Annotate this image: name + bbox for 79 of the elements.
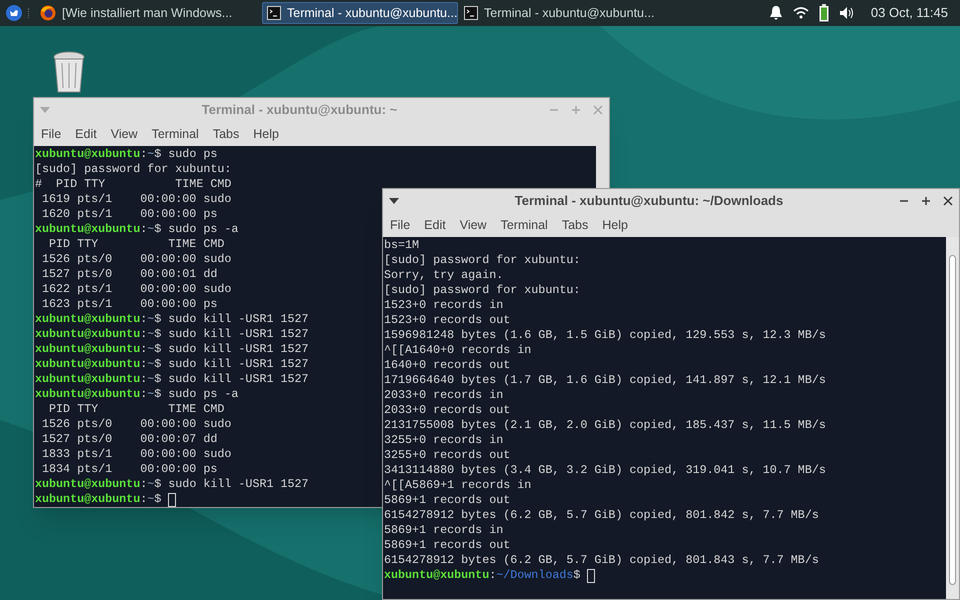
- terminal-line: ^[[A1640+0 records in: [384, 343, 532, 358]
- terminal-line: 5869+1 records out: [384, 538, 510, 553]
- terminal-line: 3255+0 records out: [384, 448, 510, 463]
- menu-item[interactable]: View: [454, 216, 492, 234]
- terminal-line: xubuntu@xubuntu:~$ sudo kill -USR1 1527: [35, 312, 309, 327]
- window-menu-icon[interactable]: [389, 198, 399, 204]
- terminal-line: PID TTY TIME CMD: [48, 237, 224, 252]
- terminal-line: 6154278912 bytes (6.2 GB, 5.7 GiB) copied, 801.843 s, 7.7 MB/s: [384, 553, 819, 568]
- terminal-icon: [267, 6, 281, 20]
- terminal-line: 2033+0 records out: [384, 403, 510, 418]
- terminal-line: 1523+0 records out: [384, 313, 510, 328]
- terminal-line: 1526 pts/0 00:00:00 sudo: [41, 252, 232, 267]
- terminal-line: 5869+1 records in: [384, 523, 504, 538]
- terminal-line: 1596981248 bytes (1.6 GB, 1.5 GiB) copied, 129.553 s, 12.3 MB/s: [384, 328, 826, 343]
- terminal-line: 1834 pts/1 00:00:00 ps: [41, 462, 218, 477]
- terminal-line: xubuntu@xubuntu:~$ sudo kill -USR1 1527: [35, 372, 309, 387]
- terminal-line: 1619 pts/1 00:00:00 sudo: [41, 192, 232, 207]
- menu-item[interactable]: Tabs: [208, 124, 244, 144]
- terminal-line: bs=1M: [384, 238, 420, 253]
- terminal-line: xubuntu@xubuntu:~$: [35, 492, 176, 507]
- close-icon[interactable]: [943, 196, 953, 206]
- terminal-line: 1526 pts/0 00:00:00 sudo: [41, 417, 232, 432]
- menu-item[interactable]: File: [385, 216, 416, 234]
- terminal-icon: [464, 6, 478, 20]
- speaker-icon[interactable]: [838, 6, 855, 20]
- terminal-line: 1622 pts/1 00:00:00 sudo: [41, 282, 232, 297]
- terminal-line: 1640+0 records out: [384, 358, 510, 373]
- terminal-line: 5869+1 records out: [384, 493, 510, 508]
- terminal-line: 3413114880 bytes (3.4 GB, 3.2 GiB) copied, 319.041 s, 10.7 MB/s: [384, 463, 826, 478]
- menu-item[interactable]: View: [106, 124, 143, 144]
- menu-item[interactable]: Help: [597, 216, 633, 234]
- menu-item[interactable]: File: [36, 124, 66, 144]
- terminal-line: PID TTY TIME CMD: [48, 402, 224, 417]
- wifi-icon[interactable]: [792, 7, 809, 19]
- menu-item[interactable]: Edit: [70, 124, 102, 144]
- terminal-line: 1620 pts/1 00:00:00 ps: [41, 207, 218, 222]
- menu-item[interactable]: Edit: [419, 216, 451, 234]
- menu-item[interactable]: Terminal: [496, 216, 553, 234]
- terminal-line: xubuntu@xubuntu:~$ sudo kill -USR1 1527: [35, 342, 309, 357]
- terminal-line: xubuntu@xubuntu:~$ sudo ps -a: [35, 222, 238, 237]
- scrollbar-thumb[interactable]: [949, 255, 956, 585]
- taskbar-button[interactable]: [Wie installiert man Windows...: [36, 2, 260, 24]
- battery-icon[interactable]: [818, 4, 829, 22]
- terminal-line: 1527 pts/0 00:00:01 dd: [41, 267, 218, 282]
- terminal-line: 2131755008 bytes (2.1 GB, 2.0 GiB) copied, 185.437 s, 11.5 MB/s: [384, 418, 826, 433]
- terminal-line: [sudo] password for xubuntu:: [384, 253, 580, 268]
- maximize-icon[interactable]: [921, 196, 931, 206]
- terminal-line: 3255+0 records in: [384, 433, 504, 448]
- terminal-line: ^[[A5869+1 records in: [384, 478, 532, 493]
- clock[interactable]: 03 Oct, 11:45: [870, 3, 948, 23]
- taskbar-button[interactable]: Terminal - xubuntu@xubuntu...: [262, 2, 458, 24]
- browser-icon: [40, 5, 56, 21]
- menu-icon[interactable]: [6, 5, 22, 21]
- terminal-line: Sorry, try again.: [384, 268, 504, 283]
- trash-icon[interactable]: [52, 50, 86, 94]
- menu-item[interactable]: Help: [248, 124, 284, 144]
- bell-icon[interactable]: [768, 5, 783, 21]
- terminal-line: # PID TTY TIME CMD: [35, 177, 232, 192]
- terminal-line: 2033+0 records in: [384, 388, 504, 403]
- terminal-line: 1719664640 bytes (1.7 GB, 1.6 GiB) copied, 141.897 s, 12.1 MB/s: [384, 373, 826, 388]
- window-title: Terminal - xubuntu@xubuntu: ~: [200, 101, 398, 120]
- terminal-line: 1833 pts/1 00:00:00 sudo: [41, 447, 232, 462]
- terminal-line: [sudo] password for xubuntu:: [384, 283, 580, 298]
- terminal-line: xubuntu@xubuntu:~$ sudo ps: [35, 147, 218, 162]
- terminal-line: xubuntu@xubuntu:~/Downloads$: [384, 568, 596, 583]
- terminal-line: xubuntu@xubuntu:~$ sudo ps -a: [35, 387, 238, 402]
- menu-item[interactable]: Tabs: [556, 216, 594, 234]
- terminal-line: xubuntu@xubuntu:~$ sudo kill -USR1 1527: [35, 327, 309, 342]
- window-title: Terminal - xubuntu@xubuntu: ~/Downloads: [514, 192, 784, 210]
- terminal-line: 1523+0 records in: [384, 298, 504, 313]
- scrollbar-track[interactable]: [946, 237, 959, 599]
- terminal-line: [sudo] password for xubuntu:: [35, 162, 232, 177]
- terminal-line: xubuntu@xubuntu:~$ sudo kill -USR1 1527: [35, 477, 309, 492]
- terminal-line: 1527 pts/0 00:00:07 dd: [41, 432, 218, 447]
- terminal-line: xubuntu@xubuntu:~$ sudo kill -USR1 1527: [35, 357, 309, 372]
- terminal-line: 6154278912 bytes (6.2 GB, 5.7 GiB) copied, 801.842 s, 7.7 MB/s: [384, 508, 819, 523]
- terminal-line: 1623 pts/1 00:00:00 ps: [41, 297, 218, 312]
- taskbar-button[interactable]: Terminal - xubuntu@xubuntu...: [460, 2, 656, 24]
- menu-item[interactable]: Terminal: [146, 124, 204, 144]
